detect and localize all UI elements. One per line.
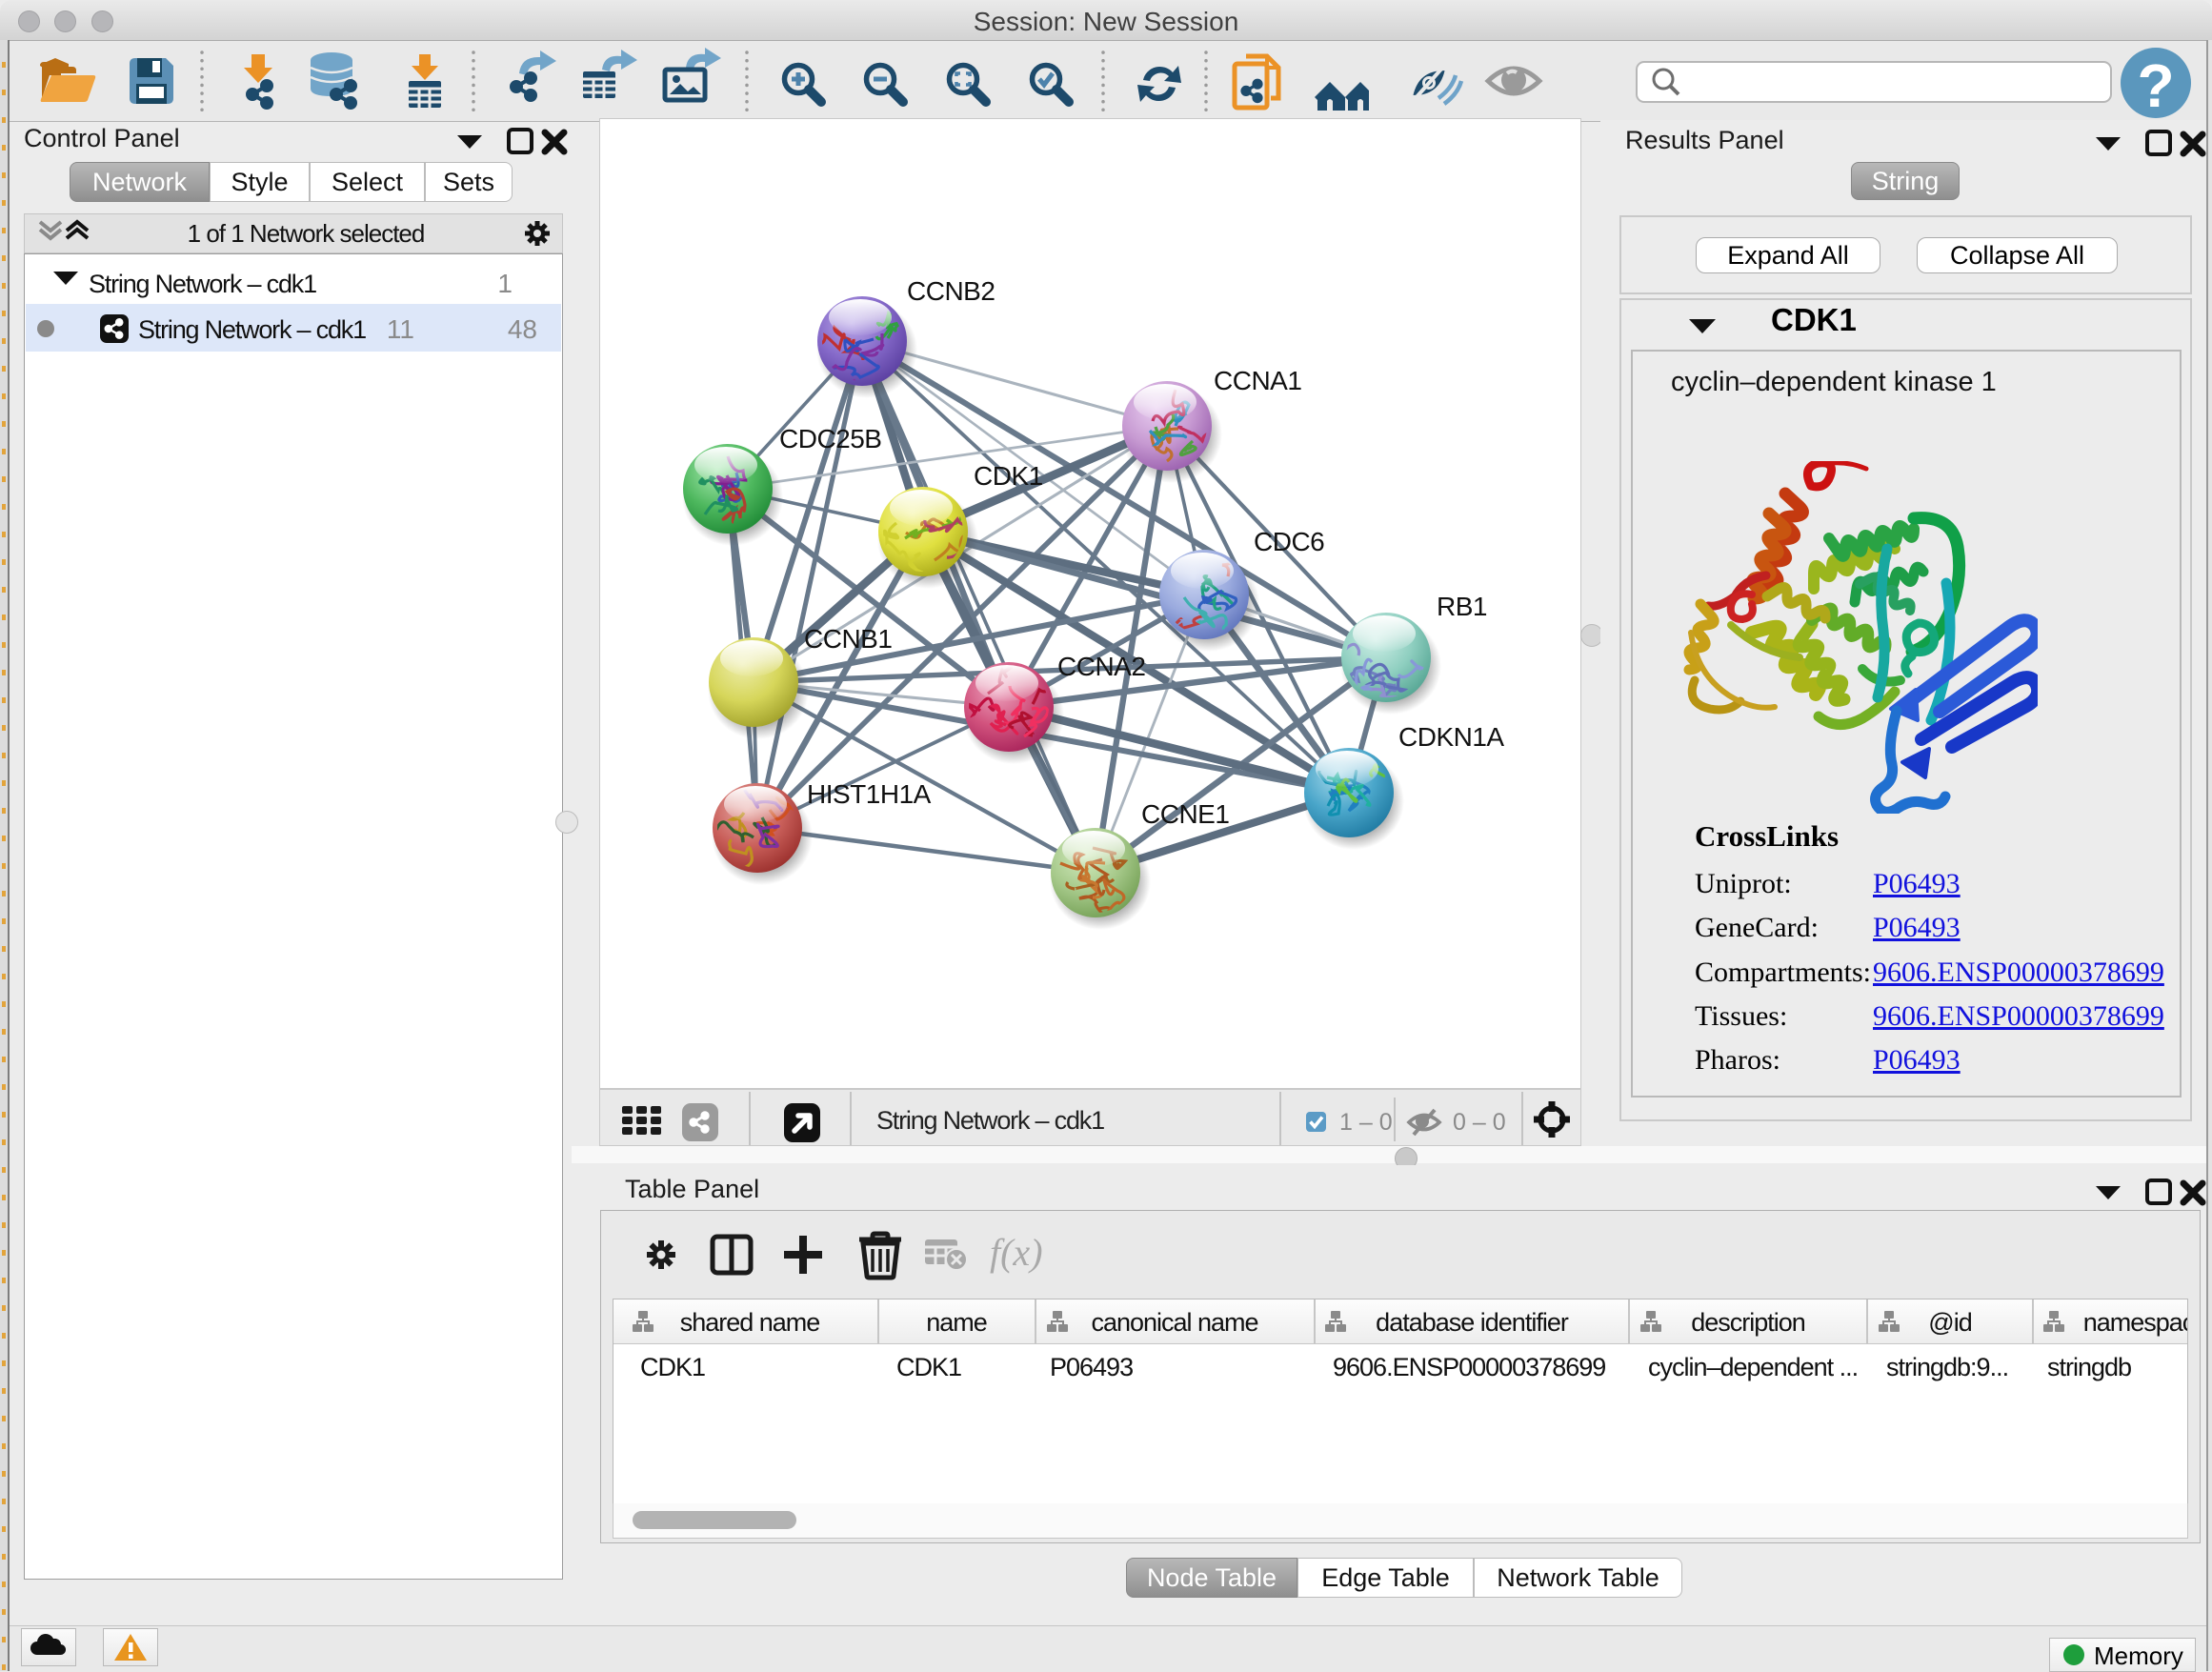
svg-text:48: 48 <box>508 314 537 344</box>
svg-text:RB1: RB1 <box>1437 592 1487 621</box>
svg-text:f(x): f(x) <box>990 1231 1043 1274</box>
svg-text:1 – 0: 1 – 0 <box>1339 1109 1393 1136</box>
svg-text:1: 1 <box>497 269 513 298</box>
svg-text:CCNB1: CCNB1 <box>804 624 892 654</box>
svg-text:String Network – cdk1: String Network – cdk1 <box>876 1106 1104 1135</box>
svg-text:P06493: P06493 <box>1050 1353 1133 1381</box>
svg-text:String Network – cdk1: String Network – cdk1 <box>89 270 316 298</box>
svg-text:9606.ENSP00000378699: 9606.ENSP00000378699 <box>1333 1353 1605 1381</box>
svg-text:?: ? <box>2137 51 2174 120</box>
svg-text:stringdb:9...: stringdb:9... <box>1886 1353 2008 1381</box>
svg-text:CCNB2: CCNB2 <box>907 276 995 306</box>
svg-text:cyclin–dependent ...: cyclin–dependent ... <box>1648 1353 1858 1381</box>
svg-text:stringdb: stringdb <box>2047 1353 2131 1381</box>
svg-text:CDKN1A: CDKN1A <box>1398 722 1504 752</box>
svg-text:CDK1: CDK1 <box>974 461 1043 491</box>
svg-text:namespace: namespace <box>2083 1308 2187 1337</box>
svg-text:CDK1: CDK1 <box>640 1353 705 1381</box>
svg-text:CDK1: CDK1 <box>896 1353 961 1381</box>
svg-text:CDC25B: CDC25B <box>779 424 881 453</box>
svg-text:0 – 0: 0 – 0 <box>1453 1109 1506 1136</box>
svg-text:canonical name: canonical name <box>1091 1308 1257 1337</box>
svg-text:CDC6: CDC6 <box>1254 527 1324 556</box>
svg-text:String Network – cdk1: String Network – cdk1 <box>138 315 366 344</box>
svg-text:CCNA1: CCNA1 <box>1214 366 1301 395</box>
svg-text:1 of 1 Network selected: 1 of 1 Network selected <box>188 219 425 248</box>
svg-text:11: 11 <box>387 314 414 344</box>
svg-text:@id: @id <box>1928 1308 1971 1337</box>
svg-text:HIST1H1A: HIST1H1A <box>807 779 932 809</box>
svg-text:database identifier: database identifier <box>1376 1308 1569 1337</box>
svg-text:CCNA2: CCNA2 <box>1057 652 1145 681</box>
svg-text:name: name <box>926 1308 987 1337</box>
svg-text:CCNE1: CCNE1 <box>1141 799 1229 829</box>
svg-text:description: description <box>1691 1308 1805 1337</box>
svg-text:shared name: shared name <box>680 1308 820 1337</box>
